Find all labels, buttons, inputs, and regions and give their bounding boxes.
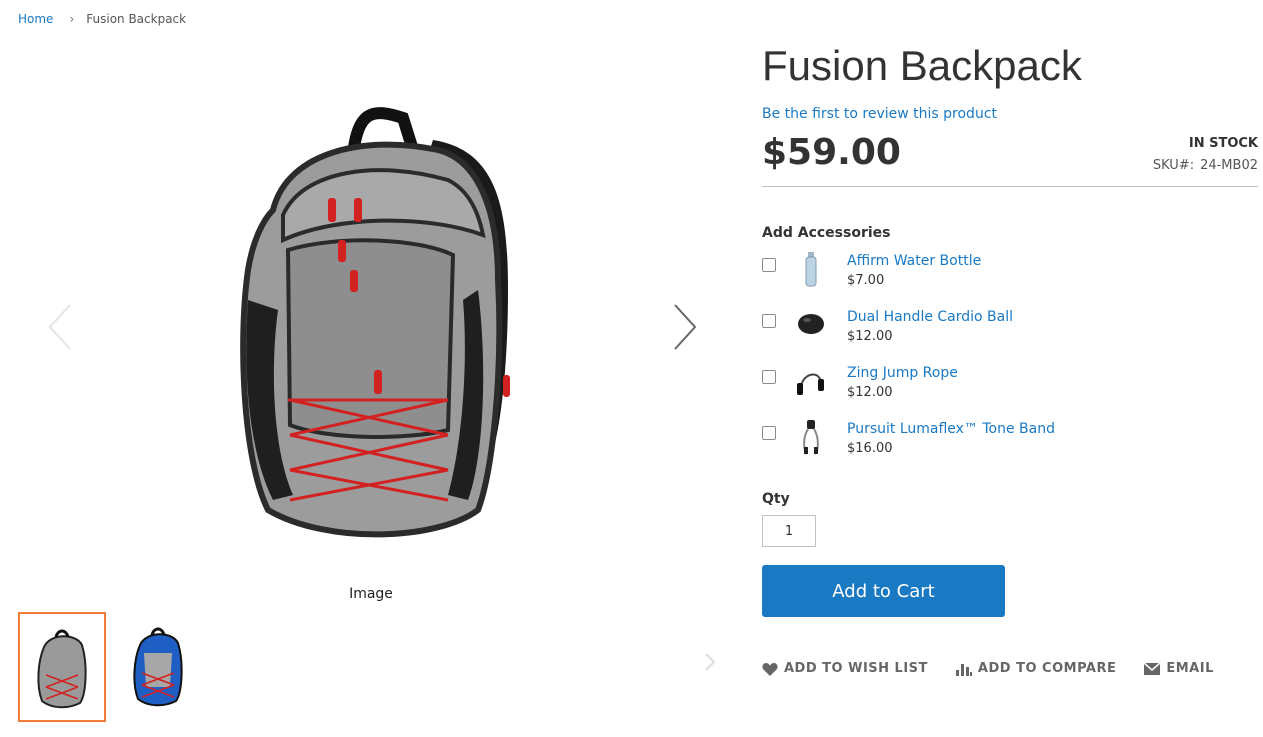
chevron-left-icon [48,304,71,350]
water-bottle-icon [792,251,830,291]
qty-input[interactable] [762,515,816,547]
chevron-right-icon [674,304,697,350]
accessory-name-link[interactable]: Affirm Water Bottle [847,253,981,269]
accessory-item: Dual Handle Cardio Ball $12.00 [762,307,1258,363]
add-to-cart-button[interactable]: Add to Cart [762,565,1005,617]
product-title: Fusion Backpack [762,42,1082,89]
qty-label: Qty [762,491,790,507]
accessory-name-link[interactable]: Zing Jump Rope [847,365,958,381]
sku: SKU#: 24-MB02 [1153,158,1258,173]
add-to-wishlist-link[interactable]: ADD TO WISH LIST [762,661,928,676]
accessory-name-link[interactable]: Dual Handle Cardio Ball [847,309,1013,325]
email-label: EMAIL [1166,661,1214,676]
accessory-name-link[interactable]: Pursuit Lumaflex™ Tone Band [847,421,1055,437]
sku-label: SKU#: [1152,158,1195,173]
gray-backpack-thumb-image [37,629,87,709]
accessory-price: $16.00 [847,441,893,456]
breadcrumb: Home › Fusion Backpack [18,12,186,26]
breadcrumb-separator: › [69,12,75,26]
accessories-heading: Add Accessories [762,225,891,241]
chevron-right-icon [705,653,716,671]
accessory-price: $7.00 [847,273,885,288]
breadcrumb-home-link[interactable]: Home [18,12,53,26]
sku-value: 24-MB02 [1200,158,1258,173]
price-row: $59.00 IN STOCK SKU#: 24-MB02 [762,128,1258,187]
bar-chart-icon [955,663,972,676]
backpack-image [240,107,510,538]
image-caption: Image [349,586,393,602]
email-link[interactable]: EMAIL [1144,661,1214,676]
accessory-checkbox[interactable] [762,314,776,328]
thumbnail-strip [18,612,200,722]
heart-icon [762,662,778,676]
accessory-item: Affirm Water Bottle $7.00 [762,251,1258,307]
accessory-item: Zing Jump Rope $12.00 [762,363,1258,419]
accessory-checkbox[interactable] [762,258,776,272]
product-info: Fusion Backpack Be the first to review t… [762,40,1258,676]
blue-backpack-thumb-image [133,627,183,707]
cardio-ball-icon [792,307,830,347]
thumbnail-next-arrow[interactable] [704,652,716,675]
envelope-icon [1144,662,1161,675]
add-to-wishlist-label: ADD TO WISH LIST [784,661,928,676]
accessories-list: Affirm Water Bottle $7.00 Dual Handle Ca… [762,251,1258,475]
breadcrumb-current: Fusion Backpack [86,12,187,26]
product-price: $59.00 [762,132,901,173]
jump-rope-icon [792,363,830,403]
thumbnail-blue-backpack[interactable] [116,612,200,718]
accessory-price: $12.00 [847,329,893,344]
gallery-prev-arrow[interactable] [46,302,76,355]
accessory-checkbox[interactable] [762,370,776,384]
review-link[interactable]: Be the first to review this product [762,106,1258,122]
product-actions: ADD TO WISH LIST ADD TO COMPARE EMAIL [762,661,1258,676]
gallery-next-arrow[interactable] [670,302,700,355]
stock-status: IN STOCK [1188,136,1258,151]
product-gallery: Image [18,40,716,737]
accessory-item: Pursuit Lumaflex™ Tone Band $16.00 [762,419,1258,475]
add-to-compare-label: ADD TO COMPARE [977,661,1117,676]
add-to-compare-link[interactable]: ADD TO COMPARE [955,661,1117,676]
tone-band-icon [792,419,830,459]
thumbnail-gray-backpack[interactable] [18,612,106,722]
accessory-price: $12.00 [847,385,893,400]
accessory-checkbox[interactable] [762,426,776,440]
main-product-image [18,40,708,580]
